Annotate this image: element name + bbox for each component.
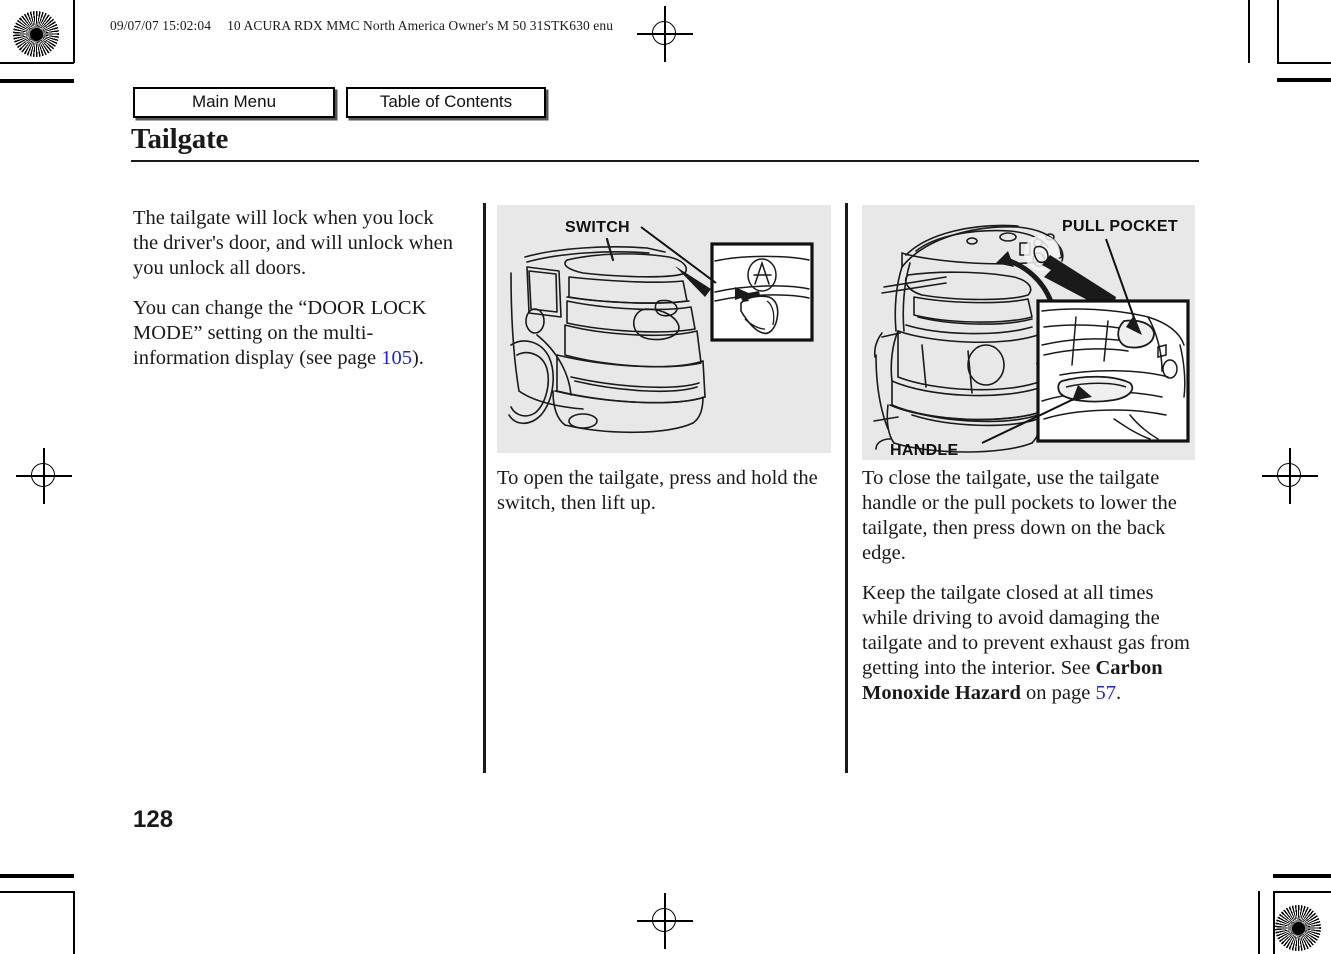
- callout-switch-label: SWITCH: [565, 219, 630, 236]
- crop-mark-top-right-vertical-inner: [1277, 0, 1279, 63]
- page-reference-57[interactable]: 57: [1095, 682, 1116, 704]
- right-paragraph-2-text-middle: on page: [1020, 682, 1096, 704]
- trim-mark-bottom-left: [0, 874, 74, 878]
- left-column: The tailgate will lock when you lock the…: [133, 206, 463, 371]
- registration-crosshair-left-center: [16, 448, 72, 504]
- crop-mark-bottom-right-horizontal: [1273, 891, 1331, 893]
- registration-crosshair-right-center: [1262, 448, 1318, 504]
- registration-crosshair-bottom-center: [637, 893, 693, 949]
- right-column: To close the tailgate, use the tailgate …: [862, 466, 1192, 706]
- crop-mark-top-right-vertical: [1248, 0, 1250, 63]
- header-timestamp: 09/07/07 15:02:04: [110, 18, 212, 33]
- middle-caption: To open the tailgate, press and hold the…: [497, 467, 818, 514]
- title-divider: [131, 160, 1199, 162]
- crop-mark-top-left-vertical: [73, 0, 75, 63]
- document-header: 09/07/07 15:02:04 10 ACURA RDX MMC North …: [110, 18, 613, 34]
- column-divider-left: [483, 203, 486, 773]
- callout-handle-label: HANDLE: [890, 442, 958, 459]
- trim-mark-top-right: [1277, 78, 1331, 82]
- crop-mark-bottom-left-horizontal: [0, 891, 74, 893]
- left-paragraph-1: The tailgate will lock when you lock the…: [133, 207, 453, 279]
- crop-mark-top-left-horizontal: [0, 62, 74, 64]
- open-tailgate-handle-illustration: PULL POCKET HANDLE: [862, 205, 1195, 460]
- column-divider-right: [845, 203, 848, 773]
- page-reference-105[interactable]: 105: [381, 347, 412, 369]
- trim-mark-top-left: [0, 79, 74, 83]
- middle-column: To open the tailgate, press and hold the…: [497, 466, 827, 516]
- crop-mark-bottom-right-vertical-inner: [1273, 891, 1275, 954]
- right-paragraph-1: To close the tailgate, use the tailgate …: [862, 467, 1177, 564]
- right-paragraph-2: Keep the tailgate closed at all times wh…: [862, 581, 1192, 706]
- registration-target-top-left: [13, 11, 59, 57]
- page-number: 128: [133, 806, 174, 833]
- header-document-id: 10 ACURA RDX MMC North America Owner's M…: [227, 18, 614, 33]
- right-paragraph-2-text-after: .: [1115, 682, 1122, 704]
- main-menu-button[interactable]: Main Menu: [133, 87, 335, 118]
- navigation-bar: Main Menu Table of Contents: [133, 87, 546, 118]
- left-paragraph-2: You can change the “DOOR LOCK MODE” sett…: [133, 296, 463, 371]
- registration-target-bottom-right: [1275, 905, 1321, 951]
- page-title: Tailgate: [131, 123, 229, 155]
- crop-mark-top-right-horizontal: [1277, 62, 1331, 64]
- trim-mark-bottom-right: [1273, 874, 1331, 878]
- table-of-contents-button[interactable]: Table of Contents: [346, 87, 546, 118]
- crop-mark-bottom-right-vertical: [1258, 891, 1260, 954]
- left-paragraph-2-text-after: ).: [411, 347, 424, 369]
- callout-pull-pocket-label: PULL POCKET: [1062, 218, 1178, 235]
- registration-crosshair-top-center: [637, 6, 693, 62]
- rear-view-tailgate-switch-illustration: SWITCH: [497, 205, 831, 453]
- crop-mark-bottom-left-vertical: [73, 891, 75, 954]
